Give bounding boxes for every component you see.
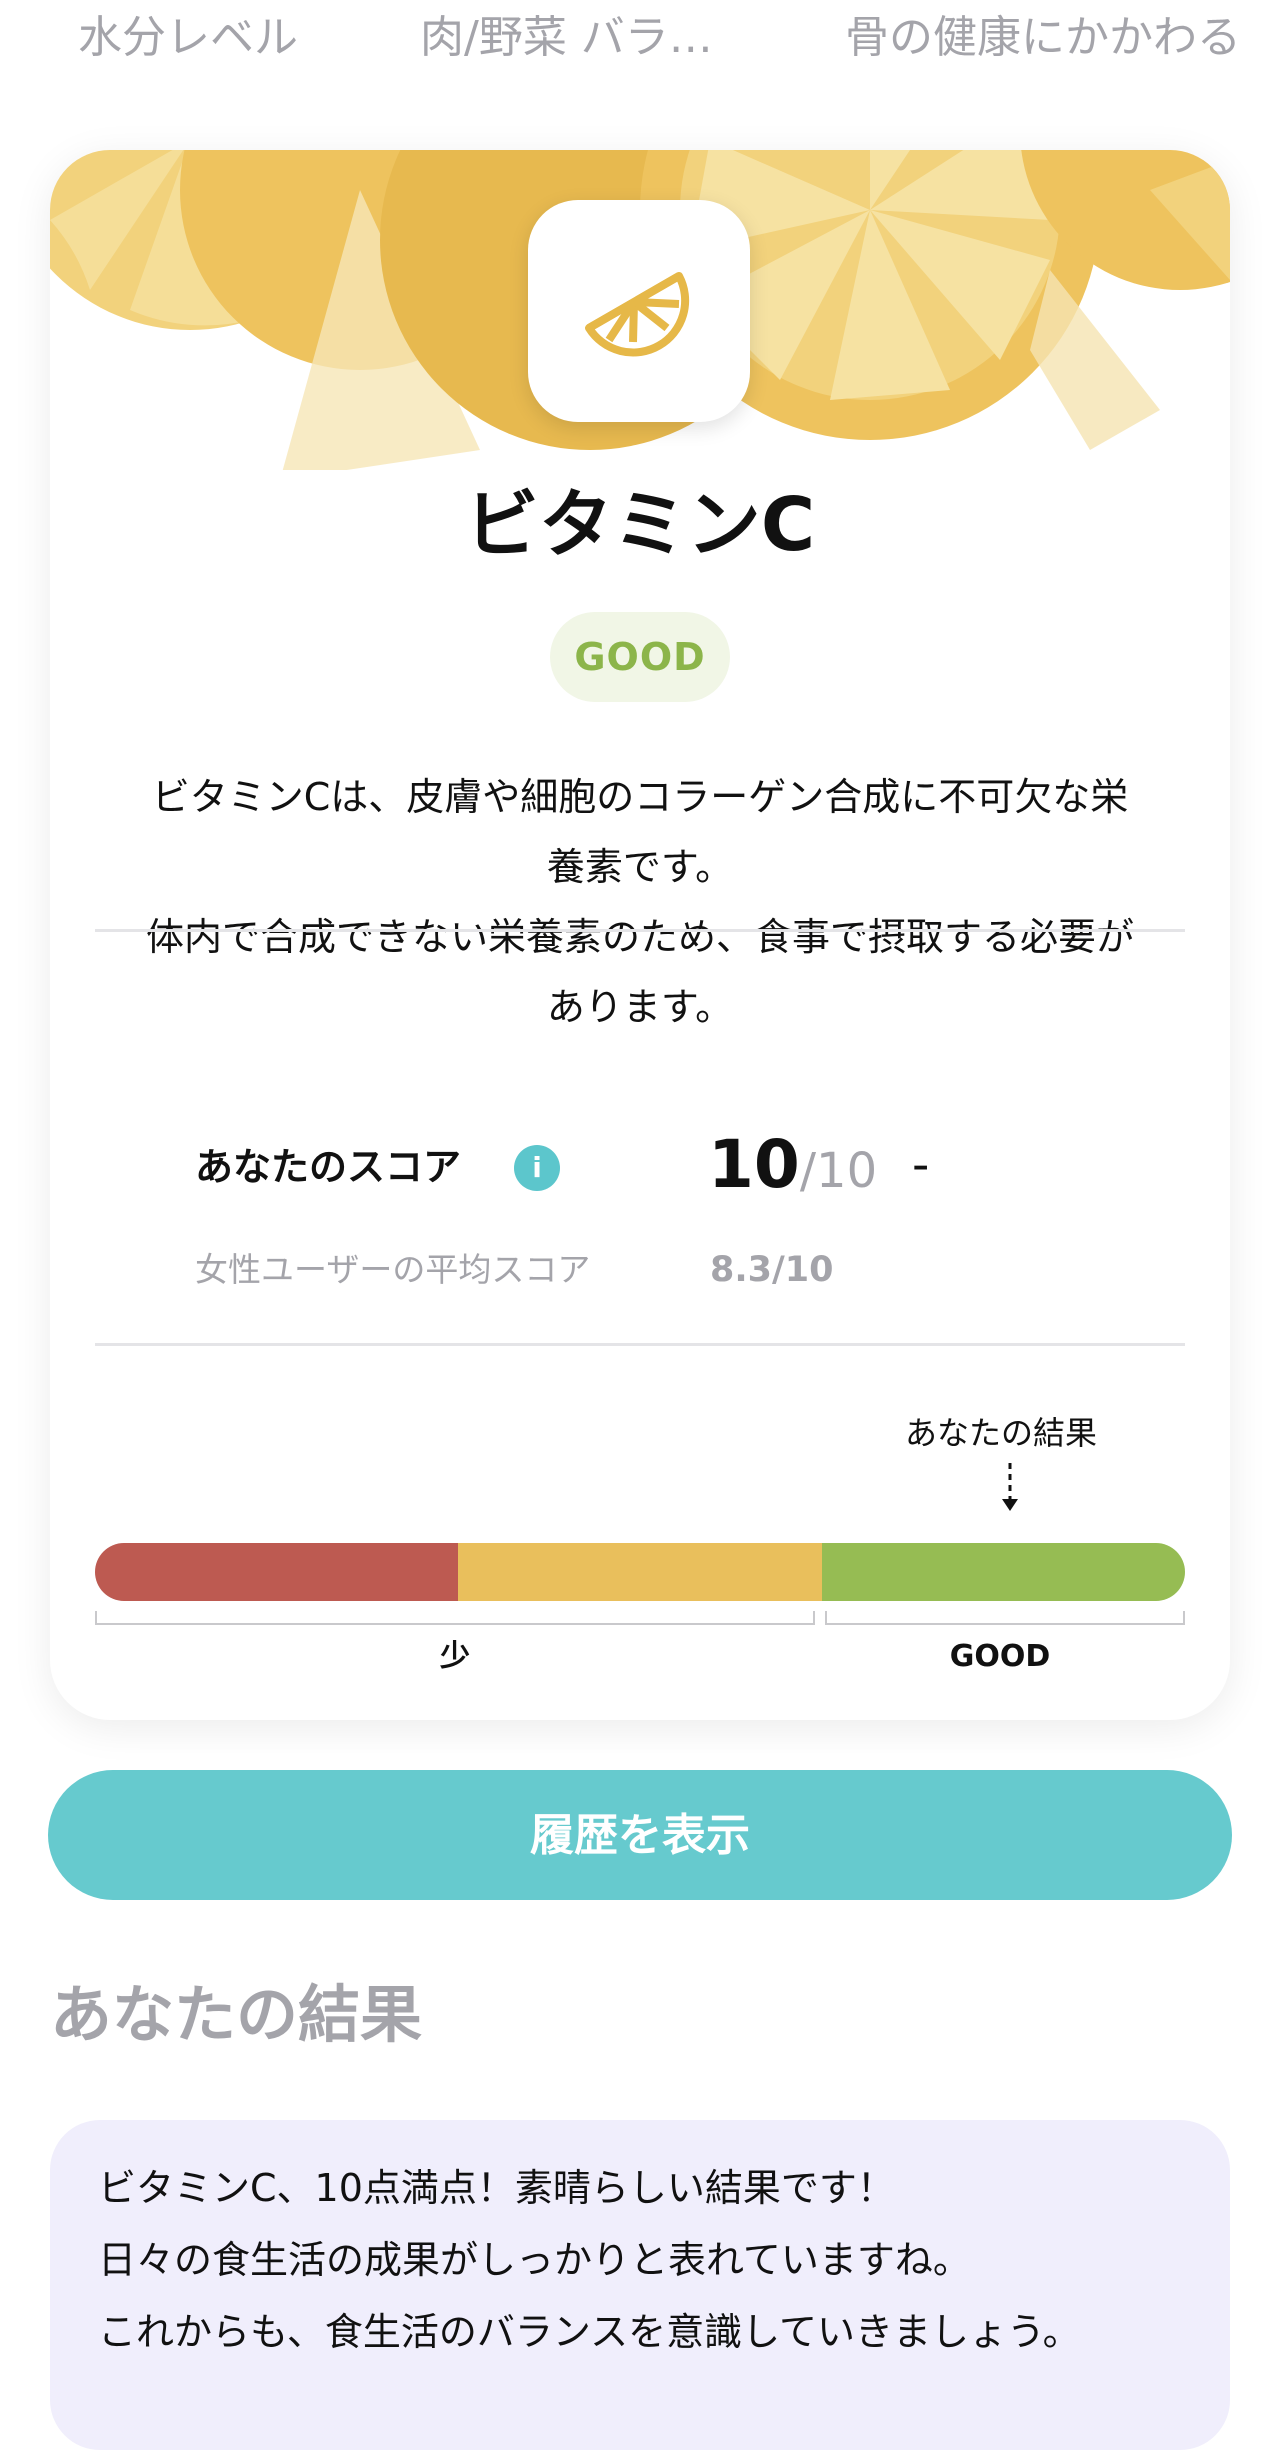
average-score-label: 女性ユーザーの平均スコア	[195, 1250, 591, 1289]
description-line: ビタミンCは、皮膚や細胞のコラーゲン合成に不可欠な栄	[151, 775, 1129, 819]
score-gauge	[95, 1543, 1185, 1601]
result-message-box: ビタミンC、10点満点！素晴らしい結果です！ 日々の食生活の成果がしっかりと表れ…	[50, 2120, 1230, 2450]
show-history-button[interactable]: 履歴を表示	[48, 1770, 1232, 1900]
score-max: /10	[799, 1143, 878, 1199]
lemon-slice-icon	[585, 272, 690, 357]
lemon-icon-tile	[528, 200, 750, 422]
gauge-label-good: GOOD	[949, 1639, 1051, 1674]
divider	[95, 1343, 1185, 1346]
description-line: 体内で合成できない栄養素のため、食事で摂取する必要が	[145, 915, 1134, 959]
status-badge: GOOD	[550, 612, 730, 702]
gauge-label-low: 少	[440, 1639, 470, 1674]
tab-water-level[interactable]: 水分レベル	[78, 8, 298, 68]
description-line: あります。	[546, 985, 734, 1029]
gauge-segment-low	[95, 1543, 458, 1601]
nutrient-description: ビタミンCは、皮膚や細胞のコラーゲン合成に不可欠な栄 養素です。 体内で合成でき…	[90, 762, 1190, 1042]
result-line: ビタミンC、10点満点！素晴らしい結果です！	[98, 2166, 895, 2210]
score-value: 10/10	[708, 1120, 877, 1227]
description-line: 養素です。	[546, 845, 734, 889]
average-score-value: 8.3/10	[710, 1250, 834, 1290]
tab-bone-health[interactable]: 骨の健康にかかわる	[845, 8, 1241, 68]
gauge-segment-good	[822, 1543, 1185, 1601]
result-line: これからも、食生活のバランスを意識していきましょう。	[98, 2310, 1081, 2354]
score-label: あなたのスコア	[195, 1145, 462, 1189]
gauge-bracket-good	[825, 1611, 1185, 1625]
gauge-segment-mid	[458, 1543, 822, 1601]
score-number: 10	[708, 1126, 800, 1203]
gauge-bracket-low	[95, 1611, 815, 1625]
info-icon[interactable]: i	[514, 1145, 560, 1191]
arrow-down-icon	[1002, 1463, 1018, 1511]
score-change: -	[912, 1137, 930, 1193]
results-section-title: あなたの結果	[50, 1978, 423, 2051]
tab-meat-vegetable-balance[interactable]: 肉/野菜 バラ…	[420, 8, 713, 68]
result-line: 日々の食生活の成果がしっかりと表れていますね。	[98, 2238, 971, 2282]
nutrient-title: ビタミンC	[464, 482, 816, 568]
category-tabs: 水分レベル 肉/野菜 バラ… 骨の健康にかかわる	[0, 0, 1280, 80]
result-message: ビタミンC、10点満点！素晴らしい結果です！ 日々の食生活の成果がしっかりと表れ…	[98, 2152, 1198, 2368]
divider	[95, 929, 1185, 932]
result-pointer-label: あなたの結果	[905, 1414, 1098, 1452]
